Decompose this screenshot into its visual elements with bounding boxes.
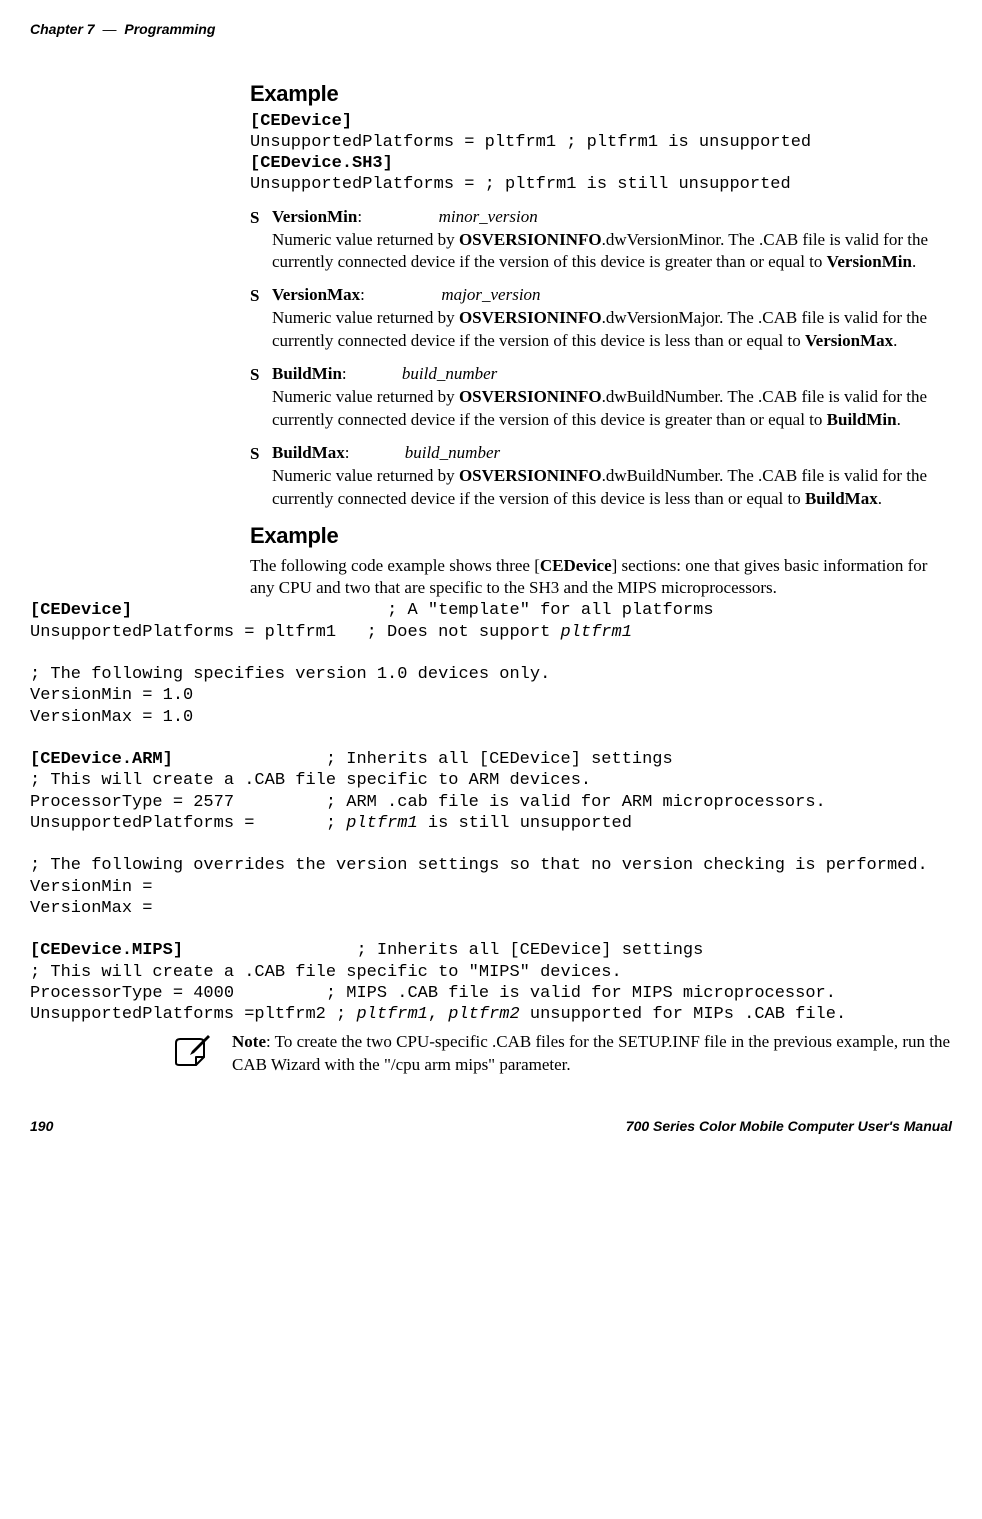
page-number: 190 — [30, 1117, 53, 1136]
bullet-buildmin: BuildMin: build_number Numeric value ret… — [250, 363, 942, 432]
example-heading: Example — [250, 79, 942, 109]
term: BuildMax — [272, 443, 345, 462]
note-icon — [170, 1033, 214, 1076]
param: minor_version — [439, 207, 538, 226]
chapter-label: Chapter 7 — [30, 21, 95, 37]
code-example-2: [CEDevice] ; A "template" for all platfo… — [30, 600, 952, 1025]
bullet-versionmin: VersionMin: minor_version Numeric value … — [250, 206, 942, 275]
parameter-list: VersionMin: minor_version Numeric value … — [250, 206, 942, 511]
note-text: Note: To create the two CPU-specific .CA… — [232, 1031, 952, 1077]
footer-title: 700 Series Color Mobile Computer User's … — [626, 1117, 952, 1136]
desc: Numeric value returned by OSVERSIONINFO.… — [272, 230, 928, 272]
page-footer: 190 700 Series Color Mobile Computer Use… — [30, 1117, 952, 1136]
param: major_version — [441, 285, 540, 304]
page-header: Chapter 7 — Programming — [30, 20, 952, 39]
example-heading-2: Example — [250, 521, 942, 551]
content-block: Example [CEDevice] UnsupportedPlatforms … — [250, 79, 942, 601]
desc: Numeric value returned by OSVERSIONINFO.… — [272, 466, 927, 508]
chapter-title: Programming — [124, 21, 215, 37]
param: build_number — [405, 443, 500, 462]
bullet-buildmax: BuildMax: build_number Numeric value ret… — [250, 442, 942, 511]
bullet-versionmax: VersionMax: major_version Numeric value … — [250, 284, 942, 353]
term: BuildMin — [272, 364, 342, 383]
note-block: Note: To create the two CPU-specific .CA… — [170, 1031, 952, 1077]
term: VersionMax — [272, 285, 360, 304]
example2-intro: The following code example shows three [… — [250, 555, 942, 601]
desc: Numeric value returned by OSVERSIONINFO.… — [272, 308, 927, 350]
header-dash: — — [102, 21, 116, 37]
param: build_number — [402, 364, 497, 383]
desc: Numeric value returned by OSVERSIONINFO.… — [272, 387, 927, 429]
term: VersionMin — [272, 207, 357, 226]
code-example-1: [CEDevice] UnsupportedPlatforms = pltfrm… — [250, 111, 942, 196]
